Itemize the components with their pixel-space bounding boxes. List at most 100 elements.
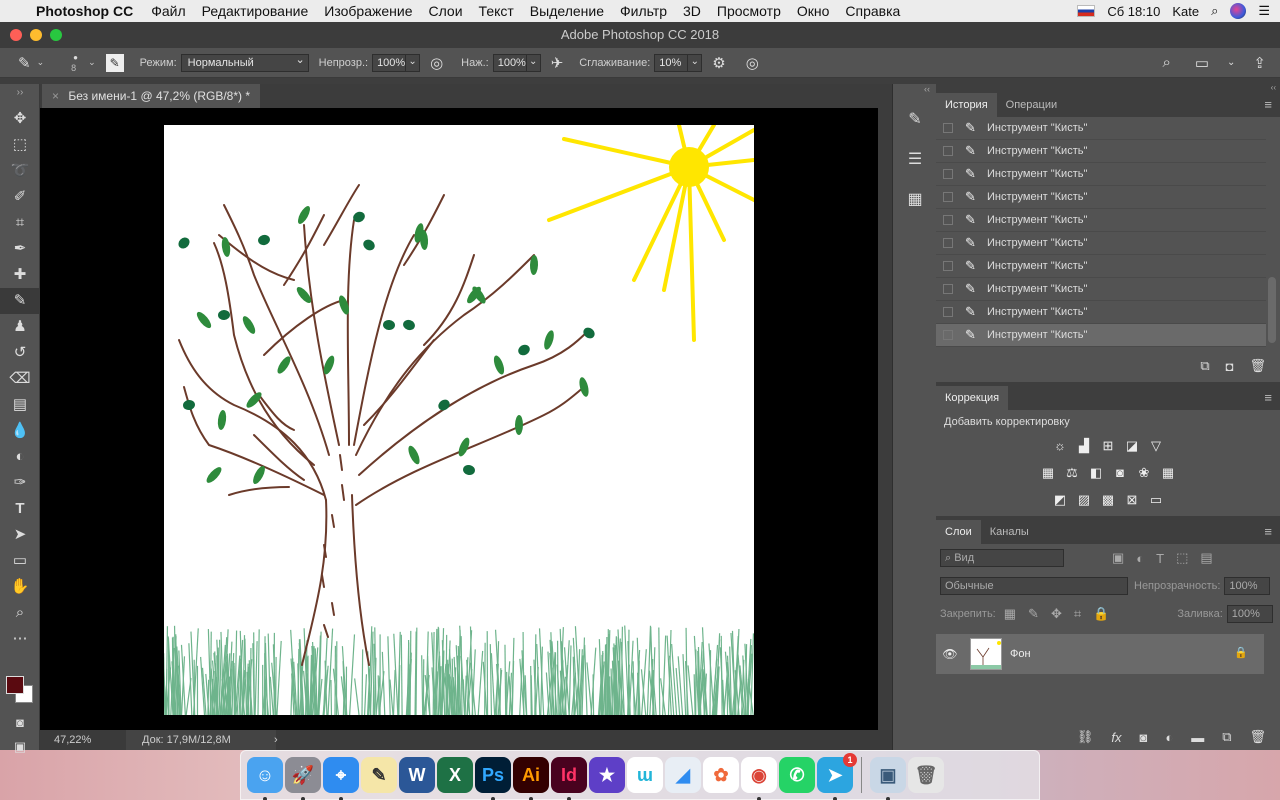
camera-snapshot-icon[interactable]: ◘: [1226, 359, 1234, 374]
user-name[interactable]: Kate: [1172, 4, 1199, 19]
lock-artboard-icon[interactable]: ⌗: [1074, 606, 1081, 622]
chevron-down-icon[interactable]: ⌄: [526, 53, 541, 72]
dock-excel-icon[interactable]: X: [437, 757, 473, 793]
lock-all-icon[interactable]: 🔒: [1093, 606, 1109, 622]
menu-window[interactable]: Окно: [797, 3, 830, 19]
libraries-icon[interactable]: ▦: [893, 180, 937, 220]
tab-channels[interactable]: Каналы: [981, 520, 1038, 544]
clock[interactable]: Сб 18:10: [1107, 4, 1160, 19]
gradient-tool-icon[interactable]: ▤: [0, 392, 40, 418]
quick-selection-tool-icon[interactable]: ✐: [0, 184, 40, 210]
crop-tool-icon[interactable]: ⌗: [0, 210, 40, 236]
new-adjustment-layer-icon[interactable]: ◐: [1165, 730, 1173, 745]
document-canvas[interactable]: [164, 125, 754, 715]
channel-mixer-icon[interactable]: ❀: [1136, 465, 1152, 481]
history-item[interactable]: ✎ Инструмент "Кисть": [936, 278, 1266, 301]
dock-launchpad-icon[interactable]: 🚀: [285, 757, 321, 800]
panel-menu-icon[interactable]: ≡: [1264, 97, 1272, 112]
pressure-opacity-icon[interactable]: ◎: [430, 54, 443, 72]
healing-brush-tool-icon[interactable]: ✚: [0, 262, 40, 288]
history-item[interactable]: ✎ Инструмент "Кисть": [936, 255, 1266, 278]
type-tool-icon[interactable]: T: [0, 496, 40, 522]
expand-tools-icon[interactable]: ››: [0, 84, 40, 106]
opacity-input[interactable]: 100%: [372, 53, 407, 72]
layer-opacity-input[interactable]: 100%: [1224, 577, 1271, 595]
quick-mask-icon[interactable]: ◙: [0, 710, 40, 736]
add-mask-icon[interactable]: ◙: [1139, 730, 1147, 745]
black-white-icon[interactable]: ◧: [1088, 465, 1104, 481]
dock-safari-icon[interactable]: ⌖: [323, 757, 359, 800]
chevron-down-icon[interactable]: ⌄: [37, 57, 45, 68]
invert-icon[interactable]: ◩: [1052, 492, 1068, 508]
pressure-size-icon[interactable]: ◎: [746, 54, 759, 72]
filter-shape-icon[interactable]: ⬚: [1176, 550, 1188, 566]
airbrush-icon[interactable]: ✈: [551, 54, 564, 72]
dock-dictionary-icon[interactable]: ◢: [665, 757, 701, 793]
new-document-from-state-icon[interactable]: ⧉: [1200, 358, 1209, 374]
app-menu[interactable]: Photoshop CC: [36, 3, 133, 19]
layer-row[interactable]: 👁 Фон 🔒: [936, 634, 1264, 674]
notification-center-icon[interactable]: ☰: [1258, 3, 1270, 19]
layer-filter-select[interactable]: ⌕ Вид: [940, 549, 1064, 567]
adjustments-sliders-icon[interactable]: ☰: [893, 140, 937, 180]
history-scrollbar[interactable]: [1268, 277, 1276, 343]
pressure-input[interactable]: 100%: [492, 53, 527, 72]
dock-photos-icon[interactable]: ✿: [703, 757, 739, 793]
color-balance-icon[interactable]: ⚖: [1064, 465, 1080, 481]
collapse-panels-icon[interactable]: ‹‹: [893, 84, 936, 100]
hue-saturation-icon[interactable]: ▦: [1040, 465, 1056, 481]
brush-size-picker[interactable]: ● 8: [68, 51, 82, 75]
menu-file[interactable]: Файл: [151, 3, 185, 19]
hand-tool-icon[interactable]: ✋: [0, 574, 40, 600]
marquee-tool-icon[interactable]: ⬚: [0, 132, 40, 158]
new-layer-icon[interactable]: ⧉: [1222, 729, 1231, 745]
posterize-icon[interactable]: ▨: [1076, 492, 1092, 508]
zoom-window-button[interactable]: [50, 29, 62, 41]
history-item[interactable]: ✎ Инструмент "Кисть": [936, 209, 1266, 232]
menu-image[interactable]: Изображение: [324, 3, 412, 19]
pen-tool-icon[interactable]: ✑: [0, 470, 40, 496]
workspace-icon[interactable]: ▭: [1195, 54, 1209, 72]
chevron-down-icon[interactable]: ⌄: [1227, 57, 1235, 68]
new-group-folder-icon[interactable]: ▬: [1191, 730, 1204, 745]
smoothing-input[interactable]: 10%: [654, 53, 689, 72]
menu-help[interactable]: Справка: [845, 3, 900, 19]
eye-icon[interactable]: 👁: [936, 647, 964, 661]
color-lookup-icon[interactable]: ▦: [1160, 465, 1176, 481]
photo-filter-icon[interactable]: ◙: [1112, 465, 1128, 481]
share-icon[interactable]: ⇪: [1253, 54, 1266, 72]
levels-icon[interactable]: ▟: [1076, 438, 1092, 454]
dock-finder-icon[interactable]: ☺: [247, 757, 283, 800]
dock-wrike-icon[interactable]: ɯ: [627, 757, 663, 793]
brush-tool-icon[interactable]: ✎: [0, 288, 40, 314]
close-icon[interactable]: ×: [52, 89, 59, 103]
history-brush-tool-icon[interactable]: ↺: [0, 340, 40, 366]
tab-layers[interactable]: Слои: [936, 520, 981, 544]
panel-menu-icon[interactable]: ≡: [1264, 524, 1272, 539]
dock-illustrator-icon[interactable]: Ai: [513, 757, 549, 800]
rectangle-tool-icon[interactable]: ▭: [0, 548, 40, 574]
threshold-icon[interactable]: ▩: [1100, 492, 1116, 508]
blur-tool-icon[interactable]: 💧: [0, 418, 40, 444]
tab-history[interactable]: История: [936, 93, 997, 117]
eyedropper-tool-icon[interactable]: ✒: [0, 236, 40, 262]
spotlight-search-icon[interactable]: ⌕: [1211, 3, 1218, 19]
path-selection-tool-icon[interactable]: ➤: [0, 522, 40, 548]
gear-icon[interactable]: ⚙: [712, 54, 725, 72]
lasso-tool-icon[interactable]: ➰: [0, 158, 40, 184]
history-item-current[interactable]: ✎ Инструмент "Кисть": [936, 324, 1266, 347]
brush-preset-icon[interactable]: ✎: [18, 54, 31, 72]
filter-pixel-icon[interactable]: ▣: [1112, 550, 1124, 566]
foreground-color-swatch[interactable]: [6, 676, 24, 694]
brightness-contrast-icon[interactable]: ☼: [1052, 438, 1068, 454]
layer-style-fx-icon[interactable]: fx: [1111, 730, 1121, 745]
vertical-scrollbar[interactable]: [878, 108, 892, 730]
panel-menu-icon[interactable]: ≡: [1264, 390, 1272, 405]
lock-position-icon[interactable]: ✥: [1051, 606, 1062, 622]
trash-icon[interactable]: 🗑: [1249, 729, 1266, 745]
menu-edit[interactable]: Редактирование: [202, 3, 309, 19]
screen-mode-icon[interactable]: ▣: [0, 734, 40, 760]
history-item[interactable]: ✎ Инструмент "Кисть": [936, 117, 1266, 140]
dodge-tool-icon[interactable]: ◐: [0, 444, 40, 470]
lock-image-icon[interactable]: ✎: [1028, 606, 1039, 622]
